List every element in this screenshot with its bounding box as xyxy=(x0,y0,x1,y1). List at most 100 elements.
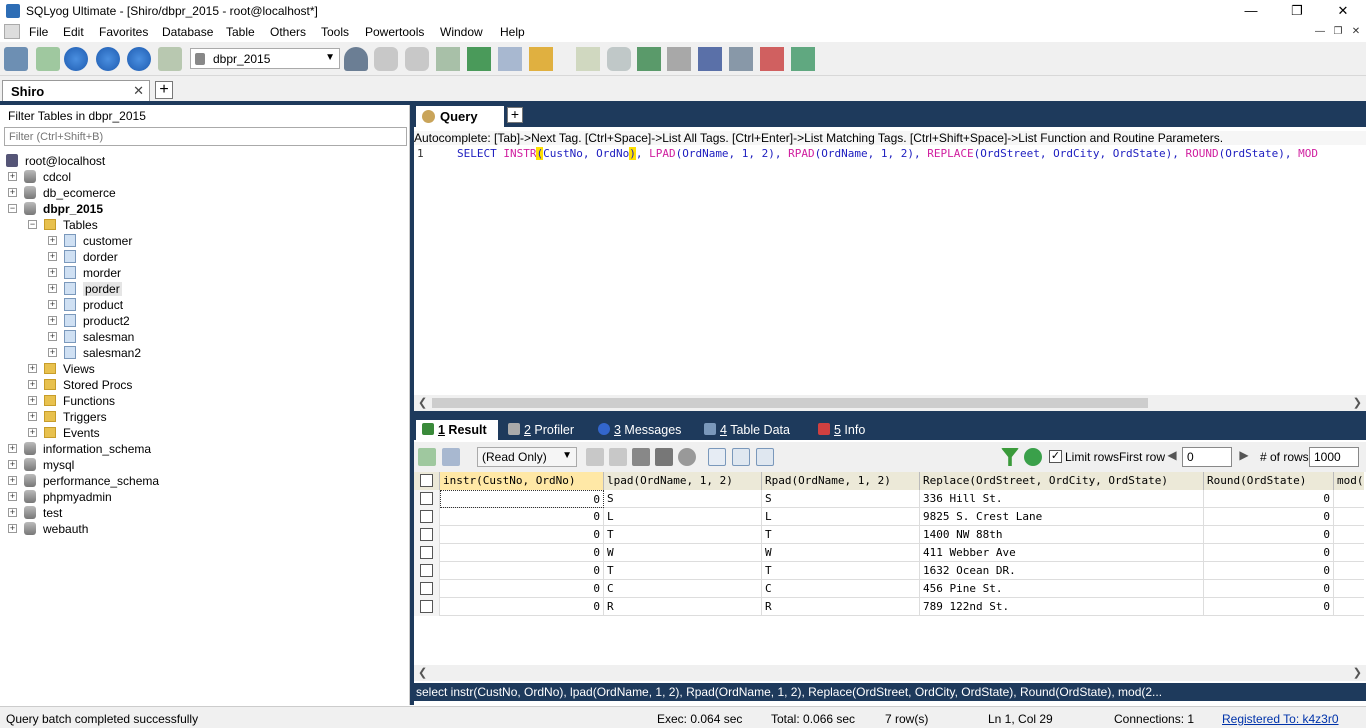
expand-icon[interactable]: + xyxy=(28,396,37,405)
column-header[interactable]: lpad(OrdName, 1, 2) xyxy=(604,472,762,490)
import-icon[interactable] xyxy=(436,47,460,71)
tree-item[interactable]: + information_schema xyxy=(0,441,408,457)
table-cell[interactable]: 9825 S. Crest Lane xyxy=(920,508,1204,526)
tab-info[interactable]: 5 Info xyxy=(812,420,882,440)
expand-icon[interactable]: + xyxy=(48,316,57,325)
tab-table-data[interactable]: 4 Table Data xyxy=(698,420,806,440)
scheduler-icon[interactable] xyxy=(729,47,753,71)
table-row[interactable]: 0 L L 9825 S. Crest Lane 0 xyxy=(414,508,1364,526)
column-header[interactable]: Round(OrdState) xyxy=(1204,472,1334,490)
tree-item[interactable]: + dorder xyxy=(0,249,408,265)
table-row[interactable]: 0 R R 789 122nd St. 0 xyxy=(414,598,1364,616)
tree-item[interactable]: + db_ecomerce xyxy=(0,185,408,201)
table-cell[interactable]: 0 xyxy=(1204,526,1334,544)
tree-item[interactable]: + Views xyxy=(0,361,408,377)
table-cell[interactable]: 0 xyxy=(1204,508,1334,526)
sql-editor[interactable]: 1 SELECT INSTR(CustNo, OrdNo), LPAD(OrdN… xyxy=(414,145,1364,395)
scroll-right-icon[interactable]: ❯ xyxy=(1353,396,1362,409)
table-cell[interactable]: 0 xyxy=(1204,490,1334,508)
table-cell[interactable]: S xyxy=(604,490,762,508)
visual-explain-icon[interactable] xyxy=(791,47,815,71)
table-row[interactable]: 0 S S 336 Hill St. 0 xyxy=(414,490,1364,508)
table-cell[interactable]: L xyxy=(762,508,920,526)
column-header[interactable]: mod( xyxy=(1334,472,1364,490)
expand-icon[interactable]: + xyxy=(28,364,37,373)
query-builder-icon[interactable] xyxy=(576,47,600,71)
row-select-cell[interactable] xyxy=(414,580,440,598)
grid-hscrollbar[interactable]: ❮ ❯ xyxy=(414,665,1366,681)
registered-link[interactable]: Registered To: k4z3r0 xyxy=(1222,712,1339,726)
table-cell[interactable]: T xyxy=(604,526,762,544)
restore-button[interactable]: ❐ xyxy=(1274,0,1320,22)
execute-edit-icon[interactable] xyxy=(127,47,151,71)
user-manager-icon[interactable] xyxy=(344,47,368,71)
editor-result-splitter[interactable] xyxy=(414,411,1366,418)
menu-table[interactable]: Table xyxy=(226,25,255,39)
tree-item[interactable]: + salesman2 xyxy=(0,345,408,361)
tree-item[interactable]: + cdcol xyxy=(0,169,408,185)
connection-tab-shiro[interactable]: Shiro ✕ xyxy=(2,80,150,102)
table-cell[interactable]: T xyxy=(762,526,920,544)
table-cell[interactable]: S xyxy=(762,490,920,508)
row-checkbox[interactable] xyxy=(420,528,433,541)
menu-tools[interactable]: Tools xyxy=(321,25,349,39)
data-sync-icon[interactable] xyxy=(607,47,631,71)
refresh-icon[interactable] xyxy=(1024,448,1042,466)
cancel-icon[interactable] xyxy=(678,448,696,466)
tree-item[interactable]: + phpmyadmin xyxy=(0,489,408,505)
schema-sync-icon[interactable] xyxy=(637,47,661,71)
table-row[interactable]: 0 W W 411 Webber Ave 0 xyxy=(414,544,1364,562)
expand-icon[interactable]: + xyxy=(28,428,37,437)
row-checkbox[interactable] xyxy=(420,546,433,559)
expand-icon[interactable]: + xyxy=(8,492,17,501)
close-button[interactable]: ✕ xyxy=(1320,0,1366,22)
table-cell[interactable]: 0 xyxy=(440,544,604,562)
table-cell[interactable]: 1632 Ocean DR. xyxy=(920,562,1204,580)
row-select-cell[interactable] xyxy=(414,490,440,508)
table-cell[interactable]: T xyxy=(762,562,920,580)
row-select-cell[interactable] xyxy=(414,562,440,580)
tree-item[interactable]: + Stored Procs xyxy=(0,377,408,393)
tree-item[interactable]: + Functions xyxy=(0,393,408,409)
table-cell[interactable]: 1400 NW 88th xyxy=(920,526,1204,544)
tree-item[interactable]: − dbpr_2015 xyxy=(0,201,408,217)
tree-item[interactable]: + porder xyxy=(0,281,408,297)
expand-icon[interactable]: + xyxy=(8,188,17,197)
tree-item[interactable]: + product xyxy=(0,297,408,313)
tree-item[interactable]: + Triggers xyxy=(0,409,408,425)
mdi-restore-icon[interactable]: ❐ xyxy=(1330,25,1346,39)
expand-icon[interactable]: + xyxy=(48,348,57,357)
tree-item[interactable]: + Events xyxy=(0,425,408,441)
table-row[interactable]: 0 T T 1400 NW 88th 0 xyxy=(414,526,1364,544)
table-cell[interactable]: 0 xyxy=(1204,544,1334,562)
tree-item[interactable]: + webauth xyxy=(0,521,408,537)
tree-item[interactable]: + customer xyxy=(0,233,408,249)
table-cell[interactable]: C xyxy=(604,580,762,598)
expand-icon[interactable]: + xyxy=(8,524,17,533)
new-connection-icon[interactable] xyxy=(4,47,28,71)
row-select-cell[interactable] xyxy=(414,508,440,526)
first-row-input[interactable]: 0 xyxy=(1182,447,1232,467)
table-cell[interactable]: 456 Pine St. xyxy=(920,580,1204,598)
menu-favorites[interactable]: Favorites xyxy=(99,25,148,39)
column-header[interactable]: Rpad(OrdName, 1, 2) xyxy=(762,472,920,490)
expand-icon[interactable]: + xyxy=(48,236,57,245)
table-cell[interactable]: T xyxy=(604,562,762,580)
select-all-cell[interactable] xyxy=(414,472,440,490)
delete-icon[interactable] xyxy=(655,448,673,466)
export-result-icon[interactable] xyxy=(442,448,460,466)
add-row-icon[interactable] xyxy=(418,448,436,466)
tree-item[interactable]: root@localhost xyxy=(0,153,408,169)
export-icon[interactable] xyxy=(467,47,491,71)
tree-item[interactable]: + morder xyxy=(0,265,408,281)
table-cell[interactable]: C xyxy=(762,580,920,598)
execute-all-icon[interactable] xyxy=(96,47,120,71)
table-cell[interactable]: W xyxy=(762,544,920,562)
table-cell[interactable]: R xyxy=(762,598,920,616)
collapse-icon[interactable]: − xyxy=(8,204,17,213)
tree-item[interactable]: + performance_schema xyxy=(0,473,408,489)
table-cell[interactable]: 0 xyxy=(440,526,604,544)
scroll-left-icon[interactable]: ❮ xyxy=(418,666,427,679)
next-page-icon[interactable]: ▶ xyxy=(1237,448,1251,466)
expand-icon[interactable]: + xyxy=(8,476,17,485)
